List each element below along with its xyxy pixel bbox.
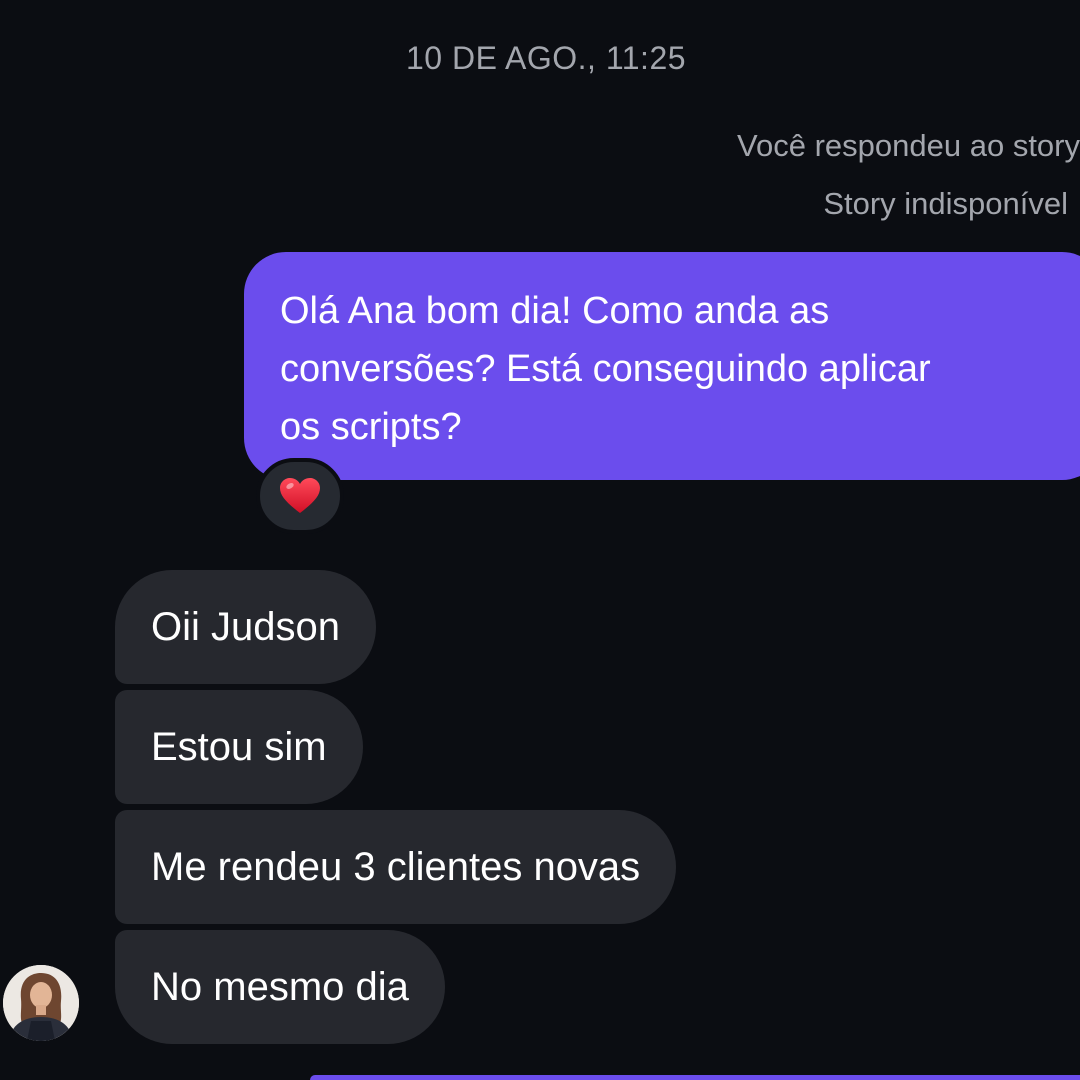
received-message-bubble[interactable]: Oii Judson	[115, 570, 376, 684]
sent-message-line: os scripts?	[280, 406, 462, 448]
received-message-text: Oii Judson	[151, 604, 340, 649]
story-unavailable-label[interactable]: Story indisponível	[823, 186, 1068, 222]
received-message-bubble[interactable]: Estou sim	[115, 690, 363, 804]
avatar-photo-icon	[3, 965, 79, 1041]
heart-icon	[280, 478, 320, 513]
sent-message-bubble[interactable]: Olá Ana bom dia! Como anda as conversões…	[244, 252, 1080, 480]
received-message-bubble[interactable]: No mesmo dia	[115, 930, 445, 1044]
received-message-text: Me rendeu 3 clientes novas	[151, 844, 641, 889]
message-timestamp: 10 DE AGO., 11:25	[405, 40, 687, 76]
sent-message-line: conversões? Está conseguindo aplicar	[280, 348, 931, 390]
sent-message-line: Olá Ana bom dia! Como anda as	[280, 290, 830, 332]
received-message-text: No mesmo dia	[151, 964, 409, 1009]
received-message-bubble[interactable]: Me rendeu 3 clientes novas	[115, 810, 677, 924]
contact-avatar[interactable]	[3, 965, 79, 1041]
chat-screen: 10 DE AGO., 11:25 Você respondeu ao stor…	[0, 0, 1080, 1080]
received-message-text: Estou sim	[151, 724, 327, 769]
story-reply-note: Você respondeu ao story	[737, 128, 1080, 163]
reaction-badge[interactable]	[256, 458, 344, 534]
next-sent-bubble-edge	[310, 1075, 1080, 1080]
